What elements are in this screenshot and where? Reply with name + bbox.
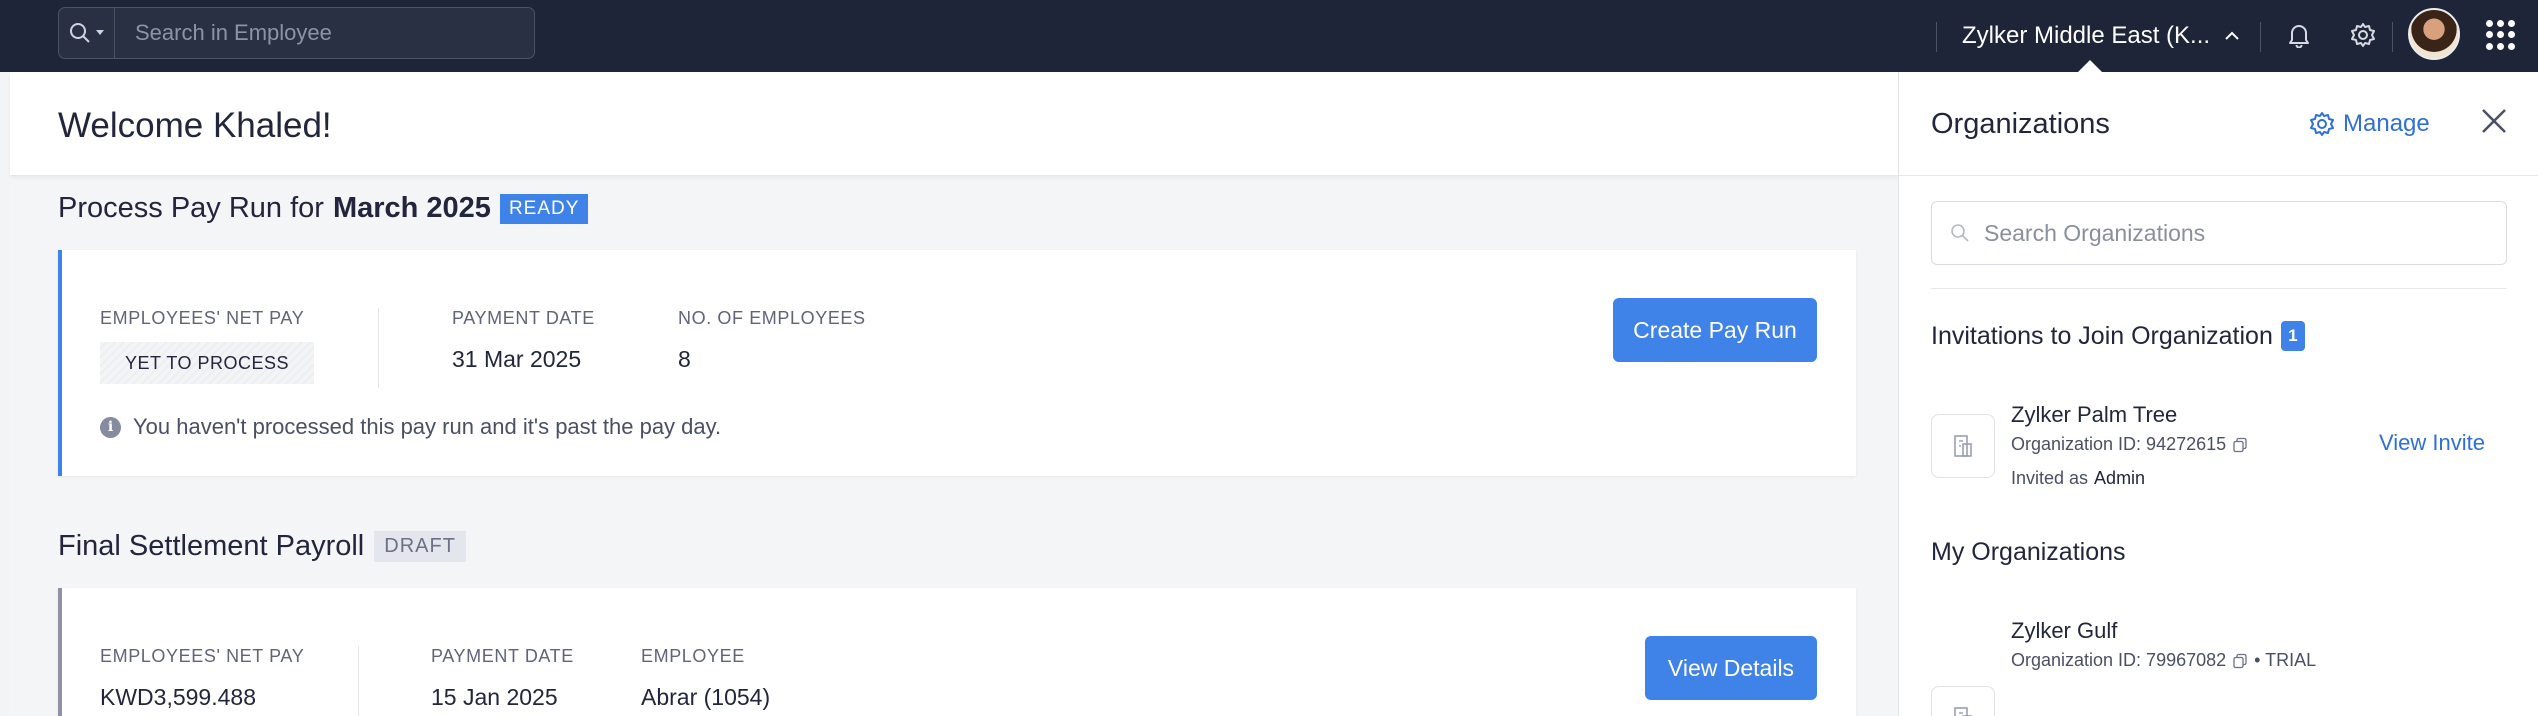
invited-as-label: Invited as xyxy=(2011,468,2089,488)
info-icon: i xyxy=(100,416,121,438)
net-pay-status: YET TO PROCESS xyxy=(100,342,314,384)
payment-date-label: PAYMENT DATE xyxy=(431,646,574,666)
notice-text: You haven't processed this pay run and i… xyxy=(133,414,722,439)
my-organizations-title: My Organizations xyxy=(1931,538,2126,566)
search-input[interactable]: Search in Employee xyxy=(135,20,332,46)
employees-count-value: 8 xyxy=(678,346,691,372)
notifications-button[interactable] xyxy=(2283,19,2315,51)
divider xyxy=(1936,22,1937,52)
divider xyxy=(2392,22,2393,52)
card-accent xyxy=(58,588,62,716)
payment-date-value: 15 Jan 2025 xyxy=(431,684,558,710)
welcome-header: Welcome Khaled! xyxy=(10,72,1898,176)
panel-title: Organizations xyxy=(1931,108,2110,140)
payment-date-label: PAYMENT DATE xyxy=(452,308,595,328)
apps-grid-icon[interactable] xyxy=(2486,20,2516,50)
net-pay-label: EMPLOYEES' NET PAY xyxy=(100,308,305,328)
current-organization-name: Zylker Middle East (K... xyxy=(1962,22,2211,49)
trial-tag: • TRIAL xyxy=(2254,650,2317,670)
organization-id-text: Organization ID: 94272615 xyxy=(2011,434,2227,454)
invitations-count-badge: 1 xyxy=(2280,321,2305,351)
gear-icon xyxy=(2310,112,2334,136)
copy-icon[interactable] xyxy=(2232,437,2248,453)
divider xyxy=(378,308,379,388)
organization-search-box[interactable]: Search Organizations xyxy=(1931,201,2507,265)
pay-run-notice: i You haven't processed this pay run and… xyxy=(100,414,721,440)
final-settlement-title: Final Settlement Payroll DRAFT xyxy=(58,530,466,563)
dropdown-pointer xyxy=(2078,60,2102,72)
employee-label: EMPLOYEE xyxy=(641,646,745,666)
view-details-button[interactable]: View Details xyxy=(1645,636,1817,700)
divider xyxy=(1931,288,2507,289)
chevron-up-icon xyxy=(2225,31,2239,40)
close-icon[interactable] xyxy=(2479,106,2509,136)
pay-run-period: March 2025 xyxy=(332,192,491,224)
employee-search-box[interactable]: Search in Employee xyxy=(58,7,535,59)
pay-run-card: EMPLOYEES' NET PAY YET TO PROCESS PAYMEN… xyxy=(58,250,1856,476)
panel-header: Organizations Manage xyxy=(1899,72,2538,176)
organization-id-text: Organization ID: 79967082 xyxy=(2011,650,2227,670)
copy-icon[interactable] xyxy=(2232,653,2248,669)
search-scope-dropdown[interactable] xyxy=(59,8,115,58)
view-invite-link[interactable]: View Invite xyxy=(2379,430,2485,456)
net-pay-value: KWD3,599.488 xyxy=(100,684,256,710)
gear-icon xyxy=(2351,23,2375,47)
final-settlement-title-text: Final Settlement Payroll xyxy=(58,530,365,562)
net-pay-label: EMPLOYEES' NET PAY xyxy=(100,646,305,666)
top-navigation-bar: Search in Employee Zylker Middle East (K… xyxy=(0,0,2538,72)
organization-logo-placeholder xyxy=(1931,414,1995,478)
manage-organizations-link[interactable]: Manage xyxy=(2309,110,2430,138)
invite-organization-name: Zylker Palm Tree xyxy=(2011,402,2178,427)
building-icon xyxy=(1954,707,1972,716)
search-icon xyxy=(1951,224,1969,242)
page-title: Welcome Khaled! xyxy=(58,106,332,145)
divider xyxy=(2260,22,2261,52)
invite-role: Invited as Admin xyxy=(2011,468,2145,489)
bell-icon xyxy=(2289,25,2309,48)
chevron-down-icon xyxy=(96,30,104,35)
employees-count-label: NO. OF EMPLOYEES xyxy=(678,308,866,328)
payment-date-value: 31 Mar 2025 xyxy=(452,346,582,372)
invitations-title: Invitations to Join Organization xyxy=(1931,321,2273,350)
create-pay-run-button[interactable]: Create Pay Run xyxy=(1613,298,1817,362)
invite-organization-id: Organization ID: 94272615 xyxy=(2011,434,2248,455)
invitations-heading: Invitations to Join Organization 1 xyxy=(1931,321,2305,351)
invited-role: Admin xyxy=(2094,468,2146,488)
organization-search-input[interactable]: Search Organizations xyxy=(1984,220,2205,247)
manage-label: Manage xyxy=(2343,110,2430,137)
settings-button[interactable] xyxy=(2347,19,2379,51)
status-badge: READY xyxy=(499,193,589,224)
pay-run-title: Process Pay Run for March 2025 READY xyxy=(58,192,589,225)
pay-run-title-text: Process Pay Run for xyxy=(58,192,324,224)
employee-value: Abrar (1054) xyxy=(641,684,771,710)
dashboard-main: Welcome Khaled! Process Pay Run for Marc… xyxy=(10,72,1898,716)
organization-logo-placeholder xyxy=(1931,686,1995,716)
user-avatar[interactable] xyxy=(2408,8,2460,60)
search-icon xyxy=(70,23,90,43)
building-icon xyxy=(1954,435,1972,457)
my-organization-name[interactable]: Zylker Gulf xyxy=(2011,618,2117,644)
final-settlement-card: EMPLOYEES' NET PAY KWD3,599.488 PAYMENT … xyxy=(58,588,1856,716)
divider xyxy=(358,646,359,716)
my-organization-id: Organization ID: 79967082 • TRIAL xyxy=(2011,650,2316,671)
status-badge: DRAFT xyxy=(374,531,466,562)
card-accent xyxy=(58,250,62,476)
organizations-panel: Organizations Manage Search Organization… xyxy=(1898,72,2538,716)
